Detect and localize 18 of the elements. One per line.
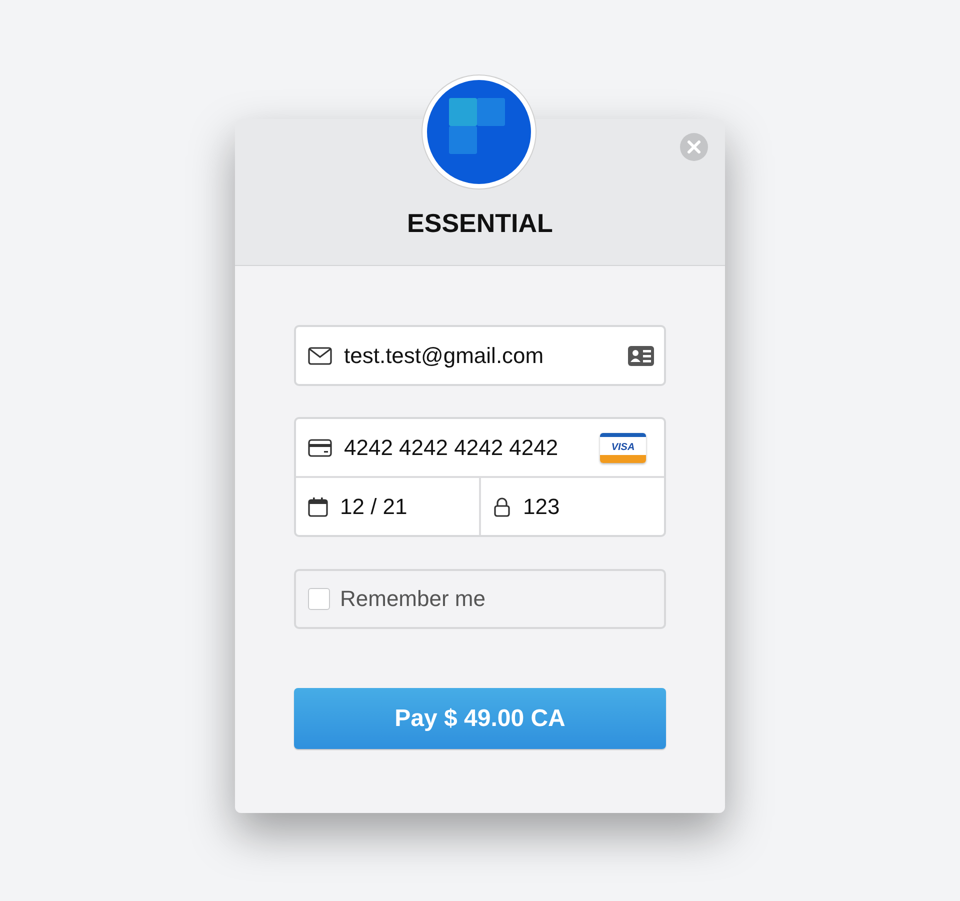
credit-card-icon (308, 438, 332, 456)
card-brand-logo: VISA (600, 432, 646, 462)
card-number-field[interactable]: 4242 4242 4242 4242 VISA (296, 419, 664, 478)
contact-card-icon[interactable] (628, 346, 654, 366)
cvc-field[interactable]: 123 (481, 478, 664, 535)
calendar-icon (308, 496, 328, 516)
expiry-value: 12 / 21 (340, 494, 408, 520)
card-number-value: 4242 4242 4242 4242 (344, 434, 558, 460)
remember-label: Remember me (340, 586, 486, 612)
email-field[interactable]: test.test@gmail.com (294, 325, 666, 386)
close-icon[interactable] (680, 133, 708, 161)
expiry-field[interactable]: 12 / 21 (296, 478, 481, 535)
lock-icon (493, 496, 511, 516)
checkbox[interactable] (308, 588, 330, 610)
plan-title: ESSENTIAL (407, 208, 553, 239)
email-value: test.test@gmail.com (344, 342, 544, 368)
cvc-value: 123 (523, 494, 560, 520)
envelope-icon (308, 346, 332, 364)
